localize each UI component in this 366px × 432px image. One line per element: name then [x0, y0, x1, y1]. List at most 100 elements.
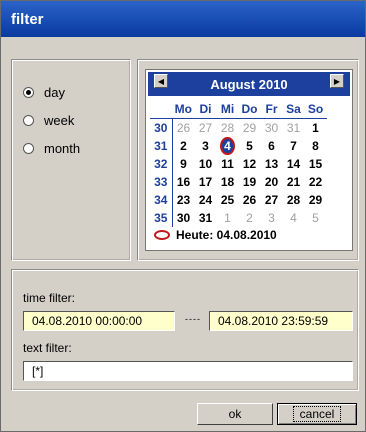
calendar-day-number: 31	[286, 121, 301, 135]
calendar-day[interactable]: 1	[217, 209, 239, 227]
calendar-day[interactable]: 5	[305, 209, 327, 227]
arrow-left-icon[interactable]: ◀	[154, 74, 168, 88]
calendar-day-number: 18	[220, 175, 235, 189]
weekday-header: Sa	[282, 100, 305, 119]
calendar-day-number: 2	[246, 211, 253, 225]
cancel-button-label: cancel	[292, 406, 342, 422]
calendar-day-number: 29	[308, 193, 323, 207]
calendar-day-number: 4	[220, 137, 235, 155]
calendar-day-number: 4	[290, 211, 297, 225]
calendar-day-number: 2	[180, 139, 187, 153]
text-filter-field[interactable]: [*]	[23, 361, 353, 381]
arrow-right-icon[interactable]: ▶	[330, 74, 344, 88]
calendar-day[interactable]: 28	[283, 191, 305, 209]
calendar-day[interactable]: 6	[261, 137, 283, 155]
calendar-day-number: 3	[202, 139, 209, 153]
calendar-day[interactable]: 31	[195, 209, 217, 227]
calendar-day[interactable]: 26	[239, 191, 261, 209]
calendar-day[interactable]: 31	[283, 119, 305, 138]
calendar-day-number: 5	[246, 139, 253, 153]
calendar-day-number: 29	[242, 121, 257, 135]
calendar-day[interactable]: 25	[217, 191, 239, 209]
calendar-day[interactable]: 28	[217, 119, 239, 138]
calendar-day-number: 11	[221, 157, 234, 171]
calendar-day[interactable]: 2	[239, 209, 261, 227]
calendar-week-row: 30 26 27 28 29 30 31 1	[150, 118, 327, 138]
calendar-day-today[interactable]: 4	[217, 137, 239, 155]
calendar-body: 30 26 27 28 29 30 31 1 31 2 3 4 5 6 7 8 32 9 10 11 12 13 14 15 3…	[150, 118, 327, 227]
radio-week-indicator[interactable]	[23, 115, 34, 126]
radio-month[interactable]: month	[23, 141, 80, 156]
today-link[interactable]: Heute: 04.08.2010	[154, 228, 277, 242]
calendar-day[interactable]: 1	[305, 119, 327, 138]
calendar-day-number: 5	[312, 211, 319, 225]
calendar-day[interactable]: 29	[239, 119, 261, 138]
calendar-day[interactable]: 13	[261, 155, 283, 173]
calendar-day[interactable]: 4	[283, 209, 305, 227]
calendar-day-number: 12	[242, 157, 257, 171]
filter-dialog: filter day week month August 2010 ◀ ▶ Mo…	[0, 0, 366, 432]
calendar-grid: Mo Di Mi Do Fr Sa So 30 26 27 28 29 30 31 1 31 2 3…	[150, 100, 327, 227]
month-title: August 2010	[210, 76, 288, 92]
time-to-field[interactable]: 04.08.2010 23:59:59	[209, 311, 353, 331]
calendar-week-row: 31 2 3 4 5 6 7 8	[150, 137, 327, 155]
week-number-header	[150, 100, 172, 119]
weekday-header: So	[304, 100, 327, 119]
time-from-field[interactable]: 04.08.2010 00:00:00	[23, 311, 175, 331]
ok-button[interactable]: ok	[197, 403, 273, 425]
calendar-day[interactable]: 30	[261, 119, 283, 138]
cancel-button[interactable]: cancel	[277, 403, 357, 425]
calendar-day[interactable]: 11	[217, 155, 239, 173]
radio-day-indicator[interactable]	[23, 87, 34, 98]
radio-week[interactable]: week	[23, 113, 74, 128]
calendar-day-number: 9	[180, 157, 187, 171]
calendar-week-row: 35 30 31 1 2 3 4 5	[150, 209, 327, 227]
calendar-day-number: 31	[198, 211, 213, 225]
calendar-day[interactable]: 18	[217, 173, 239, 191]
calendar-day-number: 21	[286, 175, 301, 189]
calendar-day[interactable]: 5	[239, 137, 261, 155]
week-number: 35	[150, 209, 173, 227]
calendar-day[interactable]: 30	[172, 209, 195, 227]
calendar-day-number: 20	[264, 175, 279, 189]
calendar-day[interactable]: 12	[239, 155, 261, 173]
weekday-header: Mo	[172, 100, 195, 119]
time-separator: ----	[185, 314, 201, 324]
calendar-day[interactable]: 21	[283, 173, 305, 191]
calendar-day[interactable]: 15	[305, 155, 327, 173]
calendar-day-number: 28	[286, 193, 301, 207]
calendar-day-number: 7	[290, 139, 297, 153]
calendar-day[interactable]: 7	[283, 137, 305, 155]
calendar-day[interactable]: 14	[283, 155, 305, 173]
calendar-day[interactable]: 19	[239, 173, 261, 191]
window-title: filter	[11, 10, 44, 28]
calendar-day[interactable]: 22	[305, 173, 327, 191]
calendar-day-number: 6	[268, 139, 275, 153]
week-number: 34	[150, 191, 173, 209]
calendar-day[interactable]: 10	[195, 155, 217, 173]
today-marker-icon	[154, 230, 170, 240]
calendar-day-number: 10	[198, 157, 213, 171]
calendar-day[interactable]: 8	[305, 137, 327, 155]
calendar-day[interactable]: 27	[261, 191, 283, 209]
calendar-day[interactable]: 29	[305, 191, 327, 209]
calendar-day[interactable]: 23	[172, 191, 195, 209]
calendar-day[interactable]: 24	[195, 191, 217, 209]
calendar-day[interactable]: 3	[261, 209, 283, 227]
calendar-day[interactable]: 9	[172, 155, 195, 173]
calendar-day[interactable]: 16	[172, 173, 195, 191]
calendar-day[interactable]: 3	[195, 137, 217, 155]
calendar-week-row: 33 16 17 18 19 20 21 22	[150, 173, 327, 191]
calendar-day[interactable]: 26	[172, 119, 195, 138]
calendar-day-number: 22	[308, 175, 323, 189]
radio-month-indicator[interactable]	[23, 143, 34, 154]
calendar-day[interactable]: 17	[195, 173, 217, 191]
radio-day[interactable]: day	[23, 85, 65, 100]
title-bar: filter	[1, 1, 365, 37]
calendar-day[interactable]: 2	[172, 137, 195, 155]
calendar-day[interactable]: 27	[195, 119, 217, 138]
calendar-day-number: 23	[176, 193, 191, 207]
calendar-day-number: 17	[198, 175, 213, 189]
weekday-header: Fr	[260, 100, 283, 119]
calendar-day[interactable]: 20	[261, 173, 283, 191]
